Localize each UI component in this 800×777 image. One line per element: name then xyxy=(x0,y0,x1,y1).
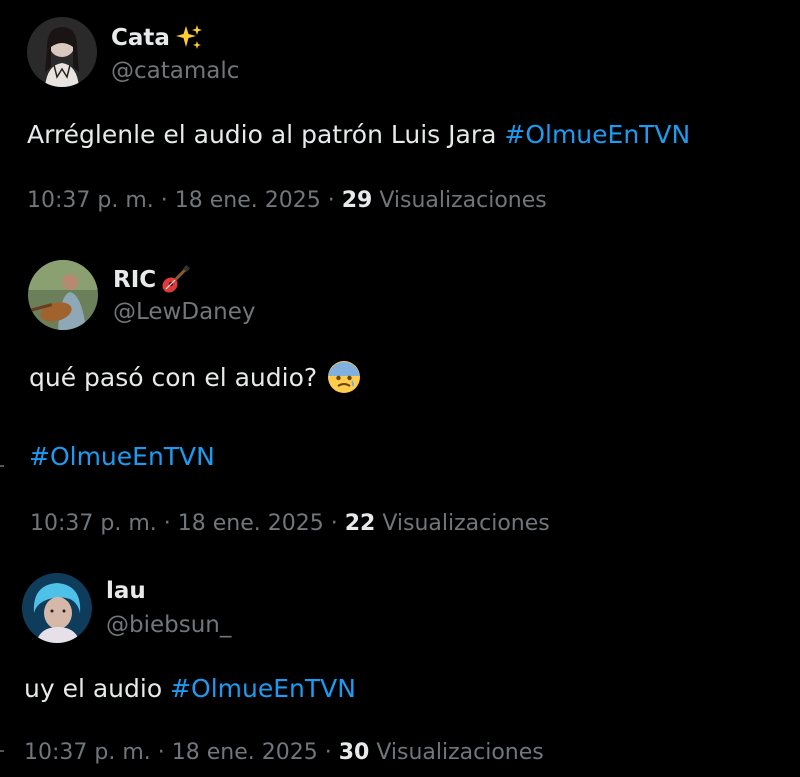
handle[interactable]: @biebsun_ xyxy=(106,612,231,638)
display-name[interactable]: Cata xyxy=(111,23,204,53)
tweet-text-content: uy el audio xyxy=(24,674,171,703)
timestamp[interactable]: 10:37 p. m. · 18 ene. 2025 · xyxy=(30,511,345,536)
handle[interactable]: @LewDaney xyxy=(113,299,256,325)
timestamp[interactable]: 10:37 p. m. · 18 ene. 2025 · xyxy=(24,740,339,765)
avatar[interactable] xyxy=(27,17,97,87)
tweet-1: Cata @catamalc Arréglenle el audio al pa… xyxy=(0,0,800,240)
views-count: 29 xyxy=(341,188,373,213)
hashtag-link[interactable]: #OlmueEnTVN xyxy=(29,442,215,471)
display-name[interactable]: lau xyxy=(106,578,146,604)
hashtag-link[interactable]: #OlmueEnTVN xyxy=(170,674,356,703)
divider-mark xyxy=(0,465,4,467)
tweet-text-content: Arréglenle el audio al patrón Luis Jara xyxy=(27,120,505,149)
views-count: 22 xyxy=(344,511,376,536)
display-name-text: Cata xyxy=(111,25,170,51)
handle[interactable]: @catamalc xyxy=(111,58,239,84)
avatar[interactable] xyxy=(28,260,98,330)
tweet-text: uy el audio #OlmueEnTVN xyxy=(24,674,356,703)
tweet-text: Arréglenle el audio al patrón Luis Jara … xyxy=(27,120,690,149)
tweet-meta: 10:37 p. m. · 18 ene. 2025 · 29 Visualiz… xyxy=(27,188,547,213)
divider-mark xyxy=(0,750,4,752)
tweet-2: RIC @LewDaney qué pasó con el audio? #Ol… xyxy=(0,240,800,560)
avatar[interactable] xyxy=(22,573,92,643)
display-name-text: lau xyxy=(106,578,146,604)
tweet-text-line-2: #OlmueEnTVN xyxy=(29,442,215,471)
views-label: Visualizaciones xyxy=(372,188,547,213)
tweet-3: lau @biebsun_ uy el audio #OlmueEnTVN 10… xyxy=(0,560,800,777)
tweet-meta: 10:37 p. m. · 18 ene. 2025 · 30 Visualiz… xyxy=(24,740,544,765)
display-name-text: RIC xyxy=(113,267,157,293)
tweet-text-content: qué pasó con el audio? xyxy=(29,362,318,392)
anxious-face-icon xyxy=(327,360,361,394)
display-name[interactable]: RIC xyxy=(113,264,191,295)
views-label: Visualizaciones xyxy=(369,740,544,765)
guitar-icon xyxy=(160,264,191,295)
views-label: Visualizaciones xyxy=(375,511,550,536)
sparkles-icon xyxy=(174,23,204,53)
timestamp[interactable]: 10:37 p. m. · 18 ene. 2025 · xyxy=(27,188,342,213)
hashtag-link[interactable]: #OlmueEnTVN xyxy=(504,120,690,149)
views-count: 30 xyxy=(338,740,370,765)
tweet-text-line-1: qué pasó con el audio? xyxy=(29,360,361,394)
tweet-meta: 10:37 p. m. · 18 ene. 2025 · 22 Visualiz… xyxy=(30,511,550,536)
